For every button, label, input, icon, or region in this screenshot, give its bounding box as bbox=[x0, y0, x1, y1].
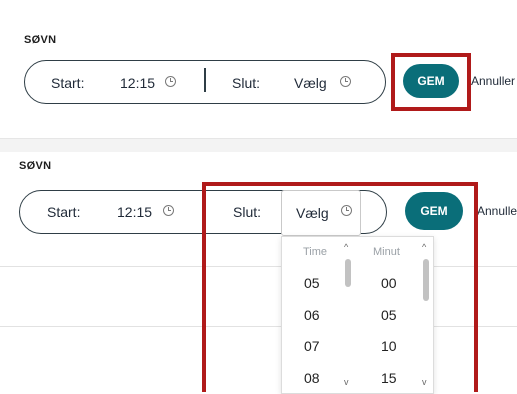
clock-icon[interactable] bbox=[165, 76, 176, 87]
minute-scrollbar[interactable] bbox=[423, 259, 429, 301]
cancel-button[interactable]: Annuller bbox=[477, 204, 517, 218]
end-time-value[interactable]: Vælg bbox=[294, 75, 327, 91]
chevron-up-icon[interactable]: ^ bbox=[344, 242, 348, 252]
row-divider bbox=[430, 266, 517, 267]
save-button[interactable]: GEM bbox=[403, 64, 459, 98]
sleep-panel-expanded: SØVN Start: 12:15 Slut: Vælg GEM Annulle… bbox=[0, 152, 517, 394]
start-label: Start: bbox=[47, 204, 81, 220]
end-label: Slut: bbox=[232, 75, 261, 91]
minute-option[interactable]: 10 bbox=[381, 338, 397, 354]
hour-option[interactable]: 06 bbox=[304, 307, 320, 323]
hour-option[interactable]: 05 bbox=[304, 275, 320, 291]
hour-column-header: Time bbox=[303, 246, 328, 258]
save-button[interactable]: GEM bbox=[405, 192, 463, 230]
clock-icon[interactable] bbox=[163, 205, 174, 216]
divider bbox=[204, 68, 206, 92]
hour-option[interactable]: 08 bbox=[304, 370, 320, 386]
hour-option[interactable]: 07 bbox=[304, 338, 320, 354]
start-time-value[interactable]: 12:15 bbox=[117, 204, 152, 220]
row-divider bbox=[430, 326, 517, 327]
end-label: Slut: bbox=[233, 204, 262, 220]
sleep-panel-collapsed: SØVN Start: 12:15 Slut: Vælg GEM Annulle… bbox=[0, 0, 517, 139]
row-divider bbox=[0, 326, 282, 327]
separator bbox=[0, 139, 517, 152]
cancel-button[interactable]: Annuller bbox=[471, 74, 515, 88]
row-divider bbox=[0, 266, 282, 267]
section-title: SØVN bbox=[24, 34, 57, 46]
minute-option[interactable]: 15 bbox=[381, 370, 397, 386]
start-time-value[interactable]: 12:15 bbox=[120, 75, 155, 91]
hour-scrollbar[interactable] bbox=[345, 259, 351, 287]
start-label: Start: bbox=[51, 75, 85, 91]
minute-option[interactable]: 00 bbox=[381, 275, 397, 291]
end-time-value[interactable]: Vælg bbox=[296, 205, 329, 221]
chevron-up-icon[interactable]: ^ bbox=[422, 242, 426, 252]
section-title: SØVN bbox=[19, 160, 52, 172]
chevron-down-icon[interactable]: v bbox=[422, 377, 427, 387]
time-picker-dropdown: Time ^ v Minut ^ v 05 06 07 08 00 05 10 … bbox=[281, 236, 434, 394]
minute-option[interactable]: 05 bbox=[381, 307, 397, 323]
clock-icon[interactable] bbox=[341, 205, 352, 216]
minute-column-header: Minut bbox=[373, 246, 400, 258]
clock-icon[interactable] bbox=[340, 76, 351, 87]
chevron-down-icon[interactable]: v bbox=[344, 377, 349, 387]
